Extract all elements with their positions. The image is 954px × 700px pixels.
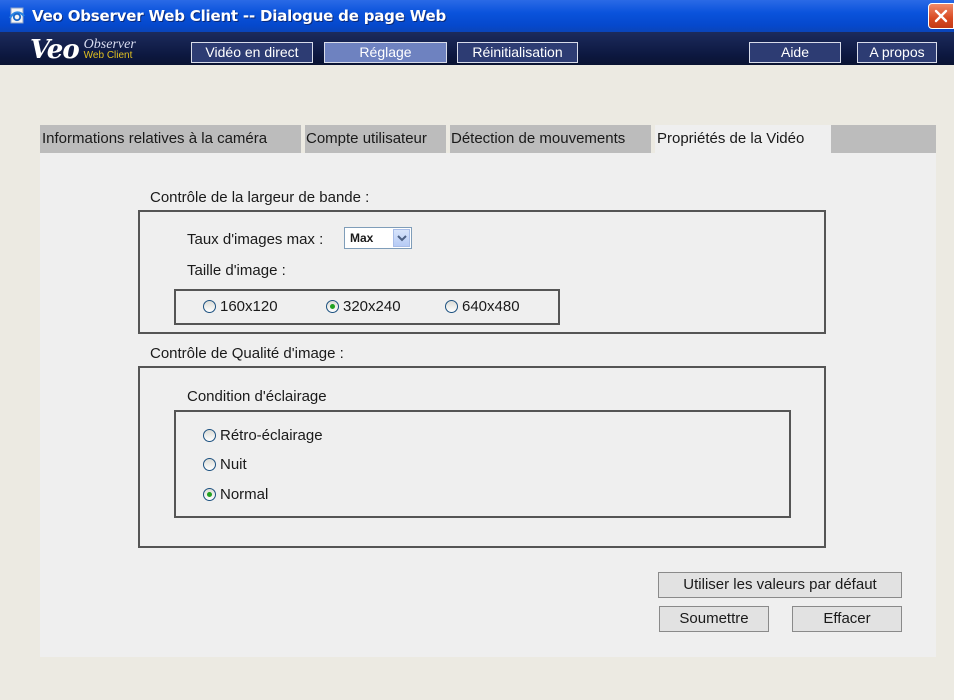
- size-radio-640x480[interactable]: 640x480: [445, 298, 520, 315]
- logo-subtitle: Web Client: [83, 50, 133, 61]
- tab-user-account[interactable]: Compte utilisateur: [306, 125, 447, 153]
- tab-separator: [446, 125, 450, 153]
- window-title-bar: Veo Observer Web Client -- Dialogue de p…: [0, 0, 954, 32]
- close-button[interactable]: [928, 3, 954, 29]
- size-option-label: 320x240: [343, 298, 401, 315]
- window-title: Veo Observer Web Client -- Dialogue de p…: [32, 7, 447, 25]
- lighting-option-label: Normal: [220, 486, 269, 503]
- quality-section-label: Contrôle de Qualité d'image :: [150, 345, 344, 362]
- close-icon: [934, 9, 948, 23]
- radio-button[interactable]: [445, 300, 458, 313]
- max-fps-value: Max: [350, 231, 374, 245]
- tab-video-properties[interactable]: Propriétés de la Vidéo: [655, 125, 831, 153]
- lighting-radio-night[interactable]: Nuit: [203, 456, 247, 473]
- radio-button[interactable]: [203, 300, 216, 313]
- radio-button[interactable]: [203, 458, 216, 471]
- logo-brand: Veo: [30, 35, 80, 65]
- clear-button[interactable]: Effacer: [792, 606, 902, 632]
- radio-button-selected[interactable]: [326, 300, 339, 313]
- radio-button-selected[interactable]: [203, 488, 216, 501]
- use-defaults-button[interactable]: Utiliser les valeurs par défaut: [658, 572, 902, 598]
- nav-live-video-button[interactable]: Vidéo en direct: [191, 42, 313, 63]
- ie-page-icon: [8, 7, 26, 25]
- tab-motion-detection[interactable]: Détection de mouvements: [451, 125, 653, 153]
- max-fps-label: Taux d'images max :: [187, 231, 324, 248]
- size-option-label: 160x120: [220, 298, 278, 315]
- nav-about-button[interactable]: A propos: [857, 42, 937, 63]
- nav-settings-button[interactable]: Réglage: [324, 42, 447, 63]
- tab-separator: [301, 125, 305, 153]
- radio-button[interactable]: [203, 429, 216, 442]
- settings-tabs: Informations relatives à la caméra Compt…: [40, 125, 936, 153]
- chevron-down-icon[interactable]: [393, 229, 410, 247]
- tab-camera-info[interactable]: Informations relatives à la caméra: [42, 125, 301, 153]
- submit-button[interactable]: Soumettre: [659, 606, 769, 632]
- image-size-label: Taille d'image :: [187, 262, 286, 279]
- size-radio-160x120[interactable]: 160x120: [203, 298, 278, 315]
- bandwidth-section-label: Contrôle de la largeur de bande :: [150, 189, 370, 206]
- lighting-label: Condition d'éclairage: [187, 388, 327, 405]
- nav-reset-button[interactable]: Réinitialisation: [457, 42, 578, 63]
- lighting-option-label: Rétro-éclairage: [220, 427, 323, 444]
- size-radio-320x240[interactable]: 320x240: [326, 298, 401, 315]
- lighting-option-label: Nuit: [220, 456, 247, 473]
- max-fps-select[interactable]: Max: [344, 227, 412, 249]
- lighting-radio-normal[interactable]: Normal: [203, 486, 268, 503]
- size-option-label: 640x480: [462, 298, 520, 315]
- lighting-radio-backlight[interactable]: Rétro-éclairage: [203, 427, 323, 444]
- veo-logo: Veo Observer Web Client: [30, 35, 136, 63]
- nav-help-button[interactable]: Aide: [749, 42, 841, 63]
- app-header: Veo Observer Web Client Vidéo en direct …: [0, 32, 954, 65]
